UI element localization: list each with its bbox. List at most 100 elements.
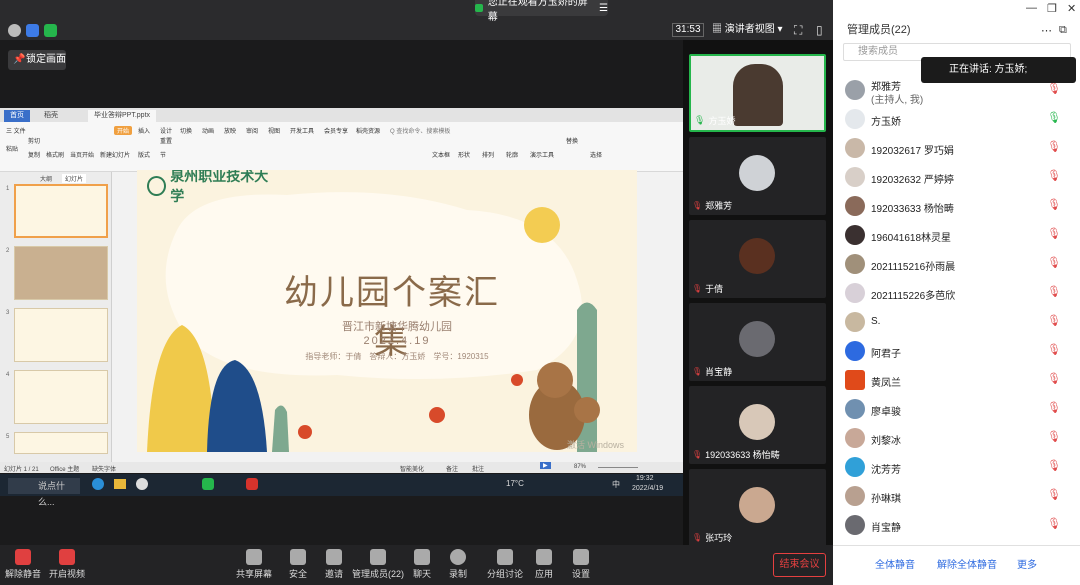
view-mode-dropdown[interactable]: ▦ 演讲者视图 ▾ [712,23,784,37]
command-search[interactable]: Q 查找命令、搜索模板 [390,126,450,135]
video-tile[interactable]: 🎙 张巧玲 [689,469,826,547]
ribbon-layout[interactable]: 版式 [138,150,150,159]
mic-muted-icon[interactable]: 🎙 [1047,227,1061,240]
video-tile[interactable]: 🎙 于倩 [689,220,826,298]
menu-docer[interactable]: 稻壳资源 [356,126,380,135]
zoom-slider[interactable] [598,467,638,468]
wps-taskbar-icon[interactable] [246,478,258,490]
mic-muted-icon[interactable]: 🎙 [1047,82,1061,95]
edge-icon[interactable] [92,478,104,490]
member-row[interactable]: 192033633 杨怡畴 🎙 [833,192,1080,221]
popout-icon[interactable]: ⧉ [1059,24,1067,37]
member-row[interactable]: 方玉娇 🎙 [833,105,1080,134]
menu-file[interactable]: 三 文件 [6,126,26,135]
mic-muted-icon[interactable]: 🎙 [1047,430,1061,443]
member-row[interactable]: 刘黎冰 🎙 [833,424,1080,453]
tab-home[interactable]: 首页 [4,110,30,122]
member-row[interactable]: 沈芳芳 🎙 [833,453,1080,482]
qq-icon[interactable] [136,478,148,490]
play-slideshow-icon[interactable]: ▶ [540,462,551,469]
member-row[interactable]: 192032617 罗巧娟 🎙 [833,134,1080,163]
maximize-icon[interactable]: ❐ [1047,2,1057,15]
ribbon-start-slideshow[interactable]: 当页开始 [70,150,94,159]
sidebar-toggle-icon[interactable]: ▯ [816,23,823,37]
chat-quick-input[interactable]: 说点什么... [8,478,80,507]
member-row[interactable]: 廖卓骏 🎙 [833,395,1080,424]
status-missing-font[interactable]: 缺失字体 [92,464,116,473]
status-smart-beautify[interactable]: 智能美化 [400,464,424,473]
menu-devtools[interactable]: 开发工具 [290,126,314,135]
menu-animation[interactable]: 动画 [202,126,214,135]
mute-all-button[interactable]: 全体静音 [875,556,915,571]
menu-slideshow[interactable]: 放映 [224,126,236,135]
pane-tab-slides[interactable]: 幻灯片 [62,174,87,183]
member-row[interactable]: 孙琳琪 🎙 [833,482,1080,511]
mic-muted-icon[interactable]: 🎙 [1047,285,1061,298]
start-video-button[interactable]: 开启视频 [42,549,92,580]
member-row[interactable]: 肖宝静 🎙 [833,511,1080,540]
ribbon-presenter-tools[interactable]: 演示工具 [530,150,554,159]
member-row[interactable]: 196041618林灵星 🎙 [833,221,1080,250]
ime-lang[interactable]: 中 [612,479,620,490]
minimize-icon[interactable]: — [1026,2,1037,14]
close-icon[interactable]: ✕ [1067,2,1076,15]
lock-view-button[interactable]: 📌 锁定画面 [8,50,66,70]
ribbon-arrange[interactable]: 排列 [482,150,494,159]
ribbon-section[interactable]: 节 [160,150,166,159]
mic-muted-icon[interactable]: 🎙 [1047,198,1061,211]
menu-review[interactable]: 审阅 [246,126,258,135]
mic-muted-icon[interactable]: 🎙 [1047,459,1061,472]
video-tile[interactable]: 🎙 郑雅芳 [689,137,826,215]
mic-muted-icon[interactable]: 🎙 [1047,517,1061,530]
slide-thumbnail[interactable] [14,184,108,238]
ribbon-textbox[interactable]: 文本框 [432,150,450,159]
slide-thumbnail[interactable] [14,432,108,454]
member-row[interactable]: 阿君子 🎙 [833,337,1080,366]
member-row[interactable]: 192032632 严婷婷 🎙 [833,163,1080,192]
more-options-icon[interactable]: ⋯ [1041,24,1052,37]
more-button[interactable]: 更多 [1017,556,1037,571]
menu-insert[interactable]: 插入 [138,126,150,135]
video-tile[interactable]: 🎙 肖宝静 [689,303,826,381]
ribbon-paste[interactable]: 粘贴 [6,144,18,153]
tab-document[interactable]: 毕业答辩PPT.pptx [88,110,157,122]
signal-icon[interactable] [44,24,57,37]
mic-muted-icon[interactable]: 🎙 [1047,343,1061,356]
member-row[interactable]: 2021115226多芭欣 🎙 [833,279,1080,308]
status-comments[interactable]: 批注 [472,464,484,473]
fullscreen-icon[interactable]: ⛶ [794,23,802,38]
slide-thumbnail[interactable] [14,246,108,300]
ribbon-replace[interactable]: 替换 [566,136,578,145]
ribbon-shape[interactable]: 形状 [458,150,470,159]
ribbon-reset[interactable]: 重置 [160,136,172,145]
ribbon-outline[interactable]: 轮廓 [506,150,518,159]
shield-icon[interactable] [26,24,39,37]
member-row[interactable]: S. 🎙 [833,308,1080,337]
end-meeting-button[interactable]: 结束会议 [773,553,826,577]
mic-muted-icon[interactable]: 🎙 [1047,372,1061,385]
menu-design[interactable]: 设计 [160,126,172,135]
mic-muted-icon[interactable]: 🎙 [1047,140,1061,153]
ribbon-format-painter[interactable]: 格式刷 [46,150,64,159]
slide-thumbnail[interactable] [14,308,108,362]
ribbon-new-slide[interactable]: 新建幻灯片 [100,150,130,159]
wechat-icon[interactable] [202,478,214,490]
tab-docer[interactable]: 稻壳 [38,110,64,122]
menu-transition[interactable]: 切换 [180,126,192,135]
screen-share-banner[interactable]: 您正在观看方玉娇的屏幕 ☰ [475,0,608,23]
menu-icon[interactable]: ☰ [599,3,608,14]
status-notes[interactable]: 备注 [446,464,458,473]
video-tile[interactable]: 🎙 方玉娇 [689,54,826,132]
unmute-button[interactable]: 解除静音 [0,549,48,580]
ribbon-select[interactable]: 选择 [590,150,602,159]
share-screen-button[interactable]: 共享屏幕 [229,549,279,580]
video-tile[interactable]: 🎙 192033633 杨怡畴 [689,386,826,464]
pane-tab-outline[interactable]: 大纲 [40,174,52,183]
mic-muted-icon[interactable]: 🎙 [1047,401,1061,414]
member-row[interactable]: 2021115216孙雨晨 🎙 [833,250,1080,279]
record-button[interactable]: 录制 [433,549,483,580]
mic-on-icon[interactable]: 🎙 [1047,111,1061,124]
mic-muted-icon[interactable]: 🎙 [1047,314,1061,327]
explorer-icon[interactable] [114,479,126,489]
unmute-all-button[interactable]: 解除全体静音 [937,556,997,571]
